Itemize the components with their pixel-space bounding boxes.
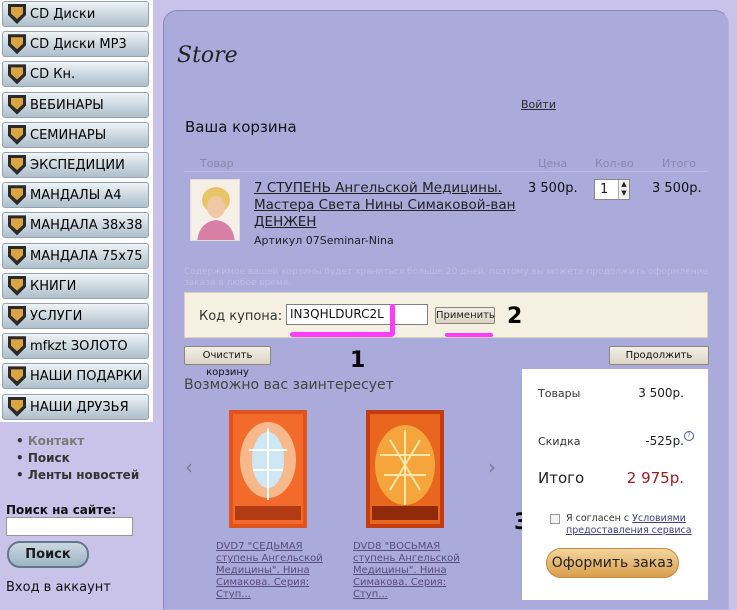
cart-notice: Содержимое вашей корзины будет храниться… — [184, 267, 709, 288]
menu-item-8[interactable]: МАНДАЛА 75x75 — [2, 242, 149, 269]
menu-item-11[interactable]: mfkzt ЗОЛОТО — [2, 333, 149, 360]
shield-icon — [8, 366, 26, 387]
menu-item-label: mfkzt ЗОЛОТО — [30, 339, 128, 355]
annotation-underline — [290, 332, 394, 337]
apply-coupon-button[interactable]: Применить — [435, 307, 495, 324]
menu-item-10[interactable]: УСЛУГИ — [2, 303, 149, 329]
quantity-value: 1 — [600, 182, 609, 197]
menu-item-12[interactable]: НАШИ ПОДАРКИ — [2, 363, 149, 390]
menu-item-5[interactable]: ЭКСПЕДИЦИИ — [2, 152, 149, 178]
terms-prefix: Я согласен с — [566, 513, 630, 524]
coupon-label: Код купона: — [199, 309, 283, 324]
product-total: 3 500р. — [652, 181, 702, 196]
menu-item-3[interactable]: ВЕБИНАРЫ — [2, 91, 149, 118]
header-qty: Кол-во — [595, 157, 634, 170]
menu-item-0[interactable]: CD Диски — [2, 1, 149, 27]
info-icon[interactable]: ? — [684, 431, 694, 441]
product-name-link[interactable]: 7 СТУПЕНЬ Ангельской Медицины. Мастера С… — [254, 180, 516, 231]
clear-cart-button[interactable]: Очистить корзину — [184, 346, 271, 378]
menu-item-label: МАНДАЛА 38x38 — [30, 218, 143, 234]
terms-checkbox[interactable] — [550, 514, 560, 524]
menu-item-2[interactable]: CD Кн. — [2, 61, 149, 88]
shield-icon — [8, 336, 26, 357]
header-price: Цена — [538, 157, 568, 170]
menu-item-label: НАШИ ПОДАРКИ — [30, 369, 143, 385]
recommendations-title: Возможно вас заинтересует — [184, 377, 394, 393]
menu-item-9[interactable]: КНИГИ — [2, 272, 149, 299]
product-thumbnail[interactable] — [190, 179, 240, 241]
shield-icon — [8, 215, 26, 236]
shield-icon — [8, 94, 26, 115]
account-login-link[interactable]: Вход в аккаунт — [6, 580, 111, 595]
shield-icon — [8, 306, 26, 326]
shield-icon — [8, 124, 26, 145]
menu-item-label: ЭКСПЕДИЦИИ — [30, 158, 125, 173]
menu-item-1[interactable]: CD Диски MP3 — [2, 31, 149, 58]
header-total: Итого — [662, 157, 696, 170]
menu-item-4[interactable]: СЕМИНАРЫ — [2, 121, 149, 148]
search-link[interactable]: Поиск — [16, 451, 139, 465]
dvd7-cover-image[interactable] — [229, 410, 307, 528]
annotation-number-1: 1 — [350, 348, 366, 373]
header-product: Товар — [200, 157, 234, 170]
shield-icon — [8, 185, 26, 206]
cart-title: Ваша корзина — [185, 118, 297, 136]
total-label: Итого — [538, 469, 585, 487]
annotation-underline — [445, 333, 493, 337]
page-title: Store — [177, 43, 238, 68]
category-menu: CD Диски CD Диски MP3 CD Кн. ВЕБИНАРЫ СЕМИНА… — [0, 0, 153, 422]
shield-icon — [8, 155, 26, 175]
continue-shopping-button[interactable]: Продолжить покупки — [609, 346, 709, 378]
shield-icon — [8, 245, 26, 266]
discount-value: -525р. — [645, 434, 684, 448]
menu-item-label: МАНДАЛА 75x75 — [30, 248, 143, 264]
terms-text: Я согласен с Условиями предоставления се… — [566, 513, 696, 537]
checkout-button[interactable]: Оформить заказ — [546, 548, 679, 578]
discount-label: Скидка — [538, 435, 581, 448]
news-feeds-link[interactable]: Ленты новостей — [16, 468, 139, 482]
menu-item-label: МАНДАЛЫ А4 — [30, 188, 122, 204]
menu-item-label: НАШИ ДРУЗЬЯ — [30, 399, 129, 415]
table-divider — [184, 171, 708, 172]
menu-item-label: ВЕБИНАРЫ — [30, 97, 104, 113]
goods-value: 3 500р. — [638, 386, 684, 400]
menu-item-label: КНИГИ — [30, 278, 77, 294]
spinner-arrows-icon[interactable]: ▲ ▼ — [618, 180, 629, 199]
login-link[interactable]: Войти — [521, 98, 556, 111]
chevron-right-icon[interactable]: › — [488, 455, 496, 479]
left-sidebar: CD Диски CD Диски MP3 CD Кн. ВЕБИНАРЫ СЕМИНА… — [0, 0, 153, 600]
annotation-underline — [390, 304, 395, 336]
site-search-label: Поиск на сайте: — [6, 503, 117, 517]
sidebar-links: Контакт Поиск Ленты новостей — [16, 434, 139, 485]
menu-item-6[interactable]: МАНДАЛЫ А4 — [2, 182, 149, 209]
menu-item-label: CD Кн. — [30, 67, 76, 83]
shield-icon — [8, 34, 26, 55]
contact-link[interactable]: Контакт — [16, 434, 139, 448]
menu-item-label: УСЛУГИ — [30, 309, 83, 324]
annotation-number-2: 2 — [507, 304, 523, 329]
coupon-input[interactable]: IN3QHLDURC2L — [286, 304, 428, 325]
quantity-stepper[interactable]: 1 ▲ ▼ — [594, 179, 630, 200]
site-search-input[interactable] — [6, 517, 133, 536]
menu-item-label: CD Диски — [30, 7, 96, 22]
dvd8-cover-image[interactable] — [366, 410, 444, 528]
menu-item-label: CD Диски MP3 — [30, 37, 127, 53]
menu-item-13[interactable]: НАШИ ДРУЗЬЯ — [2, 393, 149, 420]
product-sku: Артикул 07Seminar-Nina — [254, 234, 394, 247]
chevron-left-icon[interactable]: ‹ — [185, 455, 193, 479]
menu-item-label: СЕМИНАРЫ — [30, 127, 107, 143]
shield-icon — [8, 64, 26, 85]
dvd8-caption-link[interactable]: DVD8 "ВОСЬМАЯ ступень Ангельской Медицин… — [353, 541, 461, 601]
shield-icon — [8, 4, 26, 24]
site-search-button[interactable]: Поиск — [7, 541, 89, 568]
shield-icon — [8, 396, 26, 417]
goods-label: Товары — [538, 387, 581, 400]
product-price: 3 500р. — [528, 181, 578, 196]
total-value: 2 975р. — [626, 469, 684, 487]
dvd7-caption-link[interactable]: DVD7 "СЕДЬМАЯ ступень Ангельской Медицин… — [216, 541, 324, 601]
menu-item-7[interactable]: МАНДАЛА 38x38 — [2, 212, 149, 239]
shield-icon — [8, 275, 26, 296]
